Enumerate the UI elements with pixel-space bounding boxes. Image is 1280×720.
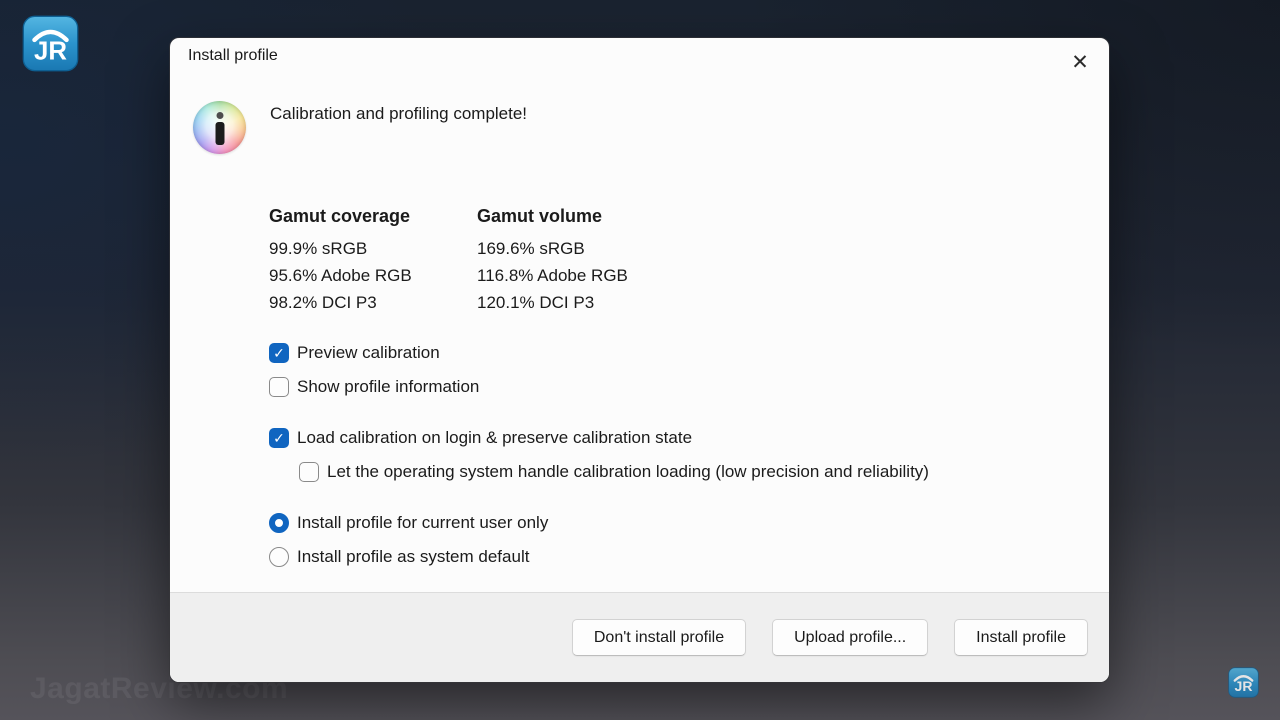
info-icon — [193, 101, 246, 154]
checkbox-icon[interactable]: ✓ — [299, 462, 319, 482]
checkmark-icon: ✓ — [273, 346, 285, 360]
checkbox-load-calibration-on-login[interactable]: ✓ Load calibration on login & preserve c… — [269, 427, 692, 449]
gamut-volume-srgb: 169.6% sRGB — [477, 235, 628, 262]
radio-label: Install profile as system default — [297, 547, 529, 567]
checkbox-label: Preview calibration — [297, 343, 440, 363]
radio-install-system-default[interactable]: Install profile as system default — [269, 546, 529, 568]
radio-install-current-user[interactable]: Install profile for current user only — [269, 512, 548, 534]
info-icon-dot — [216, 112, 223, 119]
jr-logo-small: JR — [1228, 667, 1259, 698]
radio-icon[interactable] — [269, 513, 289, 533]
checkbox-icon[interactable]: ✓ — [269, 428, 289, 448]
footer-buttons: Don't install profile Upload profile... … — [572, 619, 1088, 656]
gamut-volume-column: Gamut volume 169.6% sRGB 116.8% Adobe RG… — [477, 206, 628, 316]
gamut-volume-dcip3: 120.1% DCI P3 — [477, 289, 628, 316]
gamut-volume-adobergb: 116.8% Adobe RGB — [477, 262, 628, 289]
gamut-volume-header: Gamut volume — [477, 206, 628, 227]
gamut-coverage-dcip3: 98.2% DCI P3 — [269, 289, 477, 316]
checkbox-label: Let the operating system handle calibrat… — [327, 462, 929, 482]
install-profile-button[interactable]: Install profile — [954, 619, 1088, 656]
gamut-coverage-header: Gamut coverage — [269, 206, 477, 227]
info-icon-bar — [215, 122, 224, 145]
completion-message: Calibration and profiling complete! — [270, 104, 527, 124]
gamut-coverage-srgb: 99.9% sRGB — [269, 235, 477, 262]
gamut-coverage-column: Gamut coverage 99.9% sRGB 95.6% Adobe RG… — [269, 206, 477, 316]
checkbox-label: Show profile information — [297, 377, 479, 397]
checkmark-icon: ✓ — [273, 431, 285, 445]
radio-icon[interactable] — [269, 547, 289, 567]
dont-install-profile-button[interactable]: Don't install profile — [572, 619, 746, 656]
gamut-coverage-adobergb: 95.6% Adobe RGB — [269, 262, 477, 289]
checkbox-icon[interactable]: ✓ — [269, 377, 289, 397]
dialog-title: Install profile — [188, 47, 278, 65]
jr-logo-text: JR — [1235, 678, 1253, 694]
jr-logo-text: JR — [34, 38, 67, 66]
checkbox-icon[interactable]: ✓ — [269, 343, 289, 363]
jr-logo: JR — [22, 15, 79, 72]
desktop-background: JR JagatReview.com Install profile ✕ Cal… — [0, 0, 1280, 720]
install-profile-dialog: Install profile ✕ Calibration and profil… — [170, 38, 1109, 682]
upload-profile-button[interactable]: Upload profile... — [772, 619, 928, 656]
checkbox-label: Load calibration on login & preserve cal… — [297, 428, 692, 448]
dialog-footer: Don't install profile Upload profile... … — [170, 592, 1109, 682]
checkbox-show-profile-information[interactable]: ✓ Show profile information — [269, 376, 479, 398]
radio-label: Install profile for current user only — [297, 513, 548, 533]
checkbox-os-handle-calibration[interactable]: ✓ Let the operating system handle calibr… — [299, 461, 929, 483]
checkbox-preview-calibration[interactable]: ✓ Preview calibration — [269, 342, 440, 364]
gamut-stats: Gamut coverage 99.9% sRGB 95.6% Adobe RG… — [269, 206, 628, 316]
close-icon[interactable]: ✕ — [1063, 45, 1097, 79]
